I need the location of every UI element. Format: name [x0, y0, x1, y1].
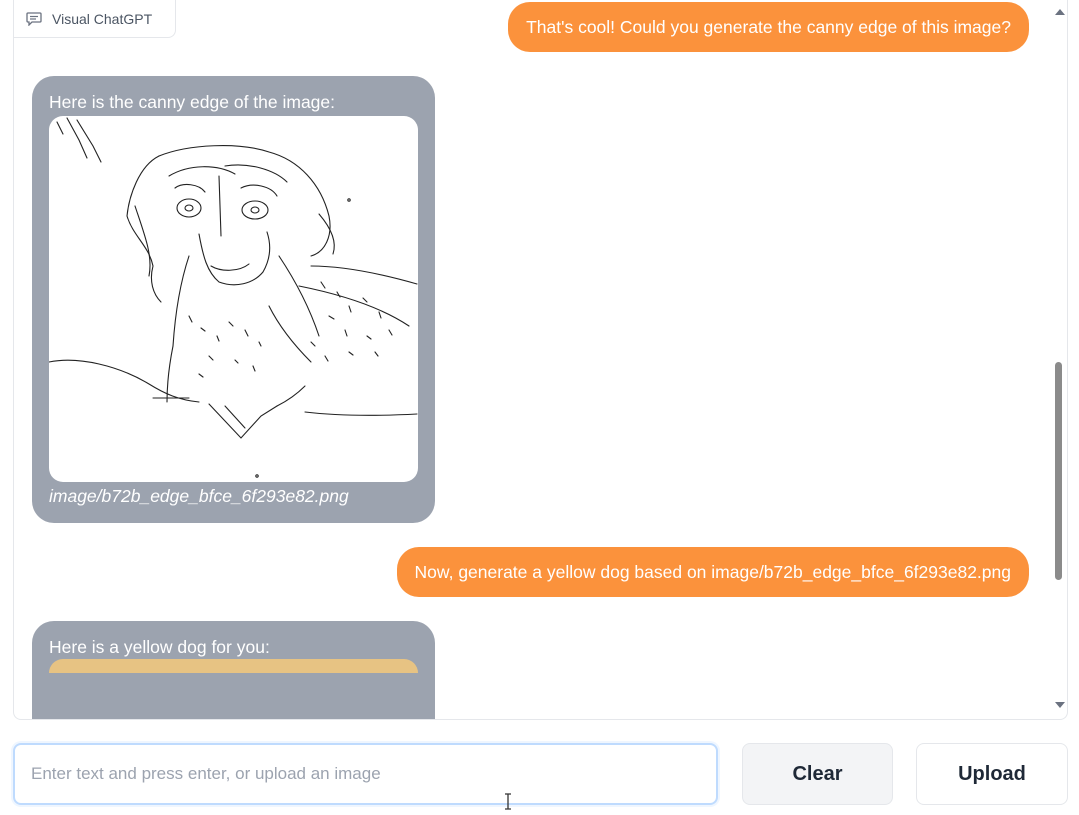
bot-message-text: Here is a yellow dog for you: — [49, 637, 270, 657]
user-message-text: Now, generate a yellow dog based on imag… — [414, 561, 1011, 582]
upload-button[interactable]: Upload — [916, 743, 1068, 805]
user-message-text: That's cool! Could you generate the cann… — [526, 16, 1011, 37]
message-input[interactable] — [13, 743, 718, 805]
canny-edge-image[interactable] — [49, 116, 418, 482]
scroll-up-icon[interactable] — [1055, 9, 1065, 15]
clear-button[interactable]: Clear — [742, 743, 893, 805]
yellow-dog-image[interactable] — [49, 659, 418, 673]
user-message: That's cool! Could you generate the cann… — [508, 2, 1029, 52]
user-message: Now, generate a yellow dog based on imag… — [396, 547, 1029, 597]
bot-message: Here is a yellow dog for you: — [32, 621, 435, 719]
text-cursor-icon — [503, 793, 513, 810]
image-caption[interactable]: image/b72b_edge_bfce_6f293e82.png — [49, 486, 349, 507]
bot-message: Here is the canny edge of the image: ima… — [32, 76, 435, 523]
app-label: Visual ChatGPT — [14, 0, 176, 38]
bot-message-text: Here is the canny edge of the image: — [49, 92, 336, 112]
scroll-down-icon[interactable] — [1055, 702, 1065, 708]
app-label-text: Visual ChatGPT — [52, 10, 153, 27]
scrollbar[interactable] — [1051, 0, 1067, 719]
chat-bubble-icon — [26, 11, 42, 26]
scroll-thumb[interactable] — [1055, 362, 1062, 580]
chatbot-panel: Visual ChatGPT That's cool! Could you ge… — [13, 0, 1068, 720]
